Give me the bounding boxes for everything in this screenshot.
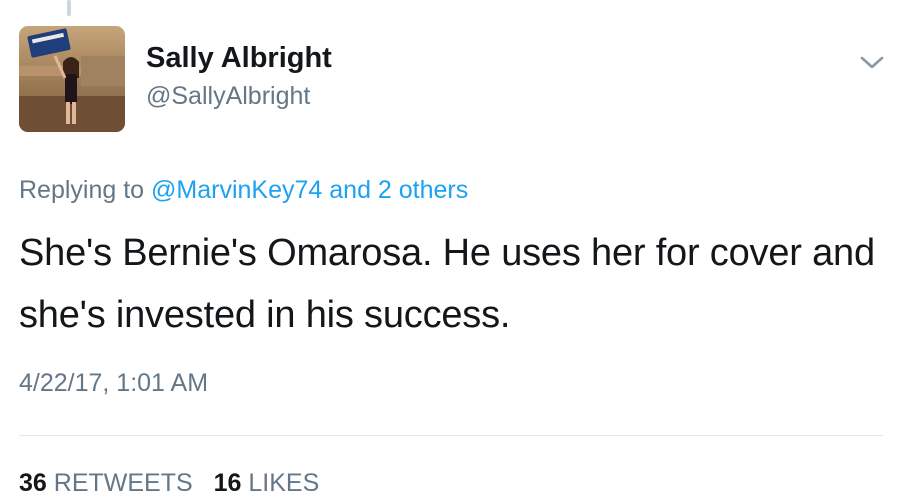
tweet-detail: Sally Albright @SallyAlbright Replying t… [0,0,906,500]
chevron-down-icon [860,56,884,69]
tweet-menu-button[interactable] [857,52,887,74]
likes-stat[interactable]: 16 LIKES [214,469,320,497]
reply-others-link[interactable]: and 2 others [329,176,468,204]
tweet-timestamp[interactable]: 4/22/17, 1:01 AM [19,369,208,398]
author-handle[interactable]: @SallyAlbright [146,82,310,111]
replying-to-line: Replying to @MarvinKey74 and 2 others [19,176,468,205]
tweet-stats: 36 RETWEETS 16 LIKES [19,469,333,498]
tweet-text: She's Bernie's Omarosa. He uses her for … [19,232,875,336]
profile-photo-icon [19,26,125,132]
likes-label: LIKES [248,469,320,497]
retweets-label: RETWEETS [53,469,193,497]
replying-to-label: Replying to [19,176,145,204]
likes-count: 16 [213,469,242,497]
retweets-count: 36 [19,469,47,497]
divider [19,435,883,436]
retweets-stat[interactable]: 36 RETWEETS [19,469,193,497]
thread-connector-line [67,0,71,16]
author-display-name[interactable]: Sally Albright [146,42,332,75]
reply-mention-link[interactable]: @MarvinKey74 [151,176,322,204]
avatar[interactable] [19,26,125,132]
